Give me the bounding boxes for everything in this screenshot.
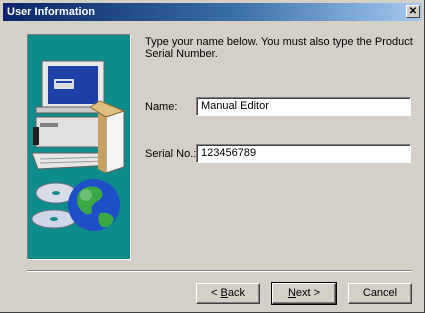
title-bar[interactable]: User Information ✕ <box>3 3 422 21</box>
next-button-label: ext > <box>295 287 321 299</box>
back-button[interactable]: < Back <box>196 283 260 304</box>
divider <box>27 270 412 272</box>
next-button-mnemonic: N <box>287 287 296 299</box>
close-icon: ✕ <box>408 6 418 17</box>
name-label: Name: <box>145 101 178 113</box>
instruction-text: Type your name below. You must also type… <box>145 36 413 60</box>
cancel-button[interactable]: Cancel <box>348 283 412 304</box>
name-input[interactable]: Manual Editor <box>196 97 411 116</box>
serial-number-input[interactable]: 123456789 <box>196 144 411 163</box>
setup-illustration-graphic <box>31 60 126 231</box>
serial-number-label: Serial No.: <box>145 148 197 160</box>
globe-icon <box>68 179 120 231</box>
back-button-label: ack <box>227 287 245 299</box>
close-button[interactable]: ✕ <box>406 5 420 18</box>
dialog-title: User Information <box>7 6 96 18</box>
back-button-mnemonic: B <box>220 287 228 299</box>
setup-illustration <box>27 34 131 260</box>
back-button-prefix: < <box>211 287 221 299</box>
user-information-dialog: User Information ✕ Type your name below.… <box>0 0 425 313</box>
next-button[interactable]: Next > <box>271 282 337 305</box>
